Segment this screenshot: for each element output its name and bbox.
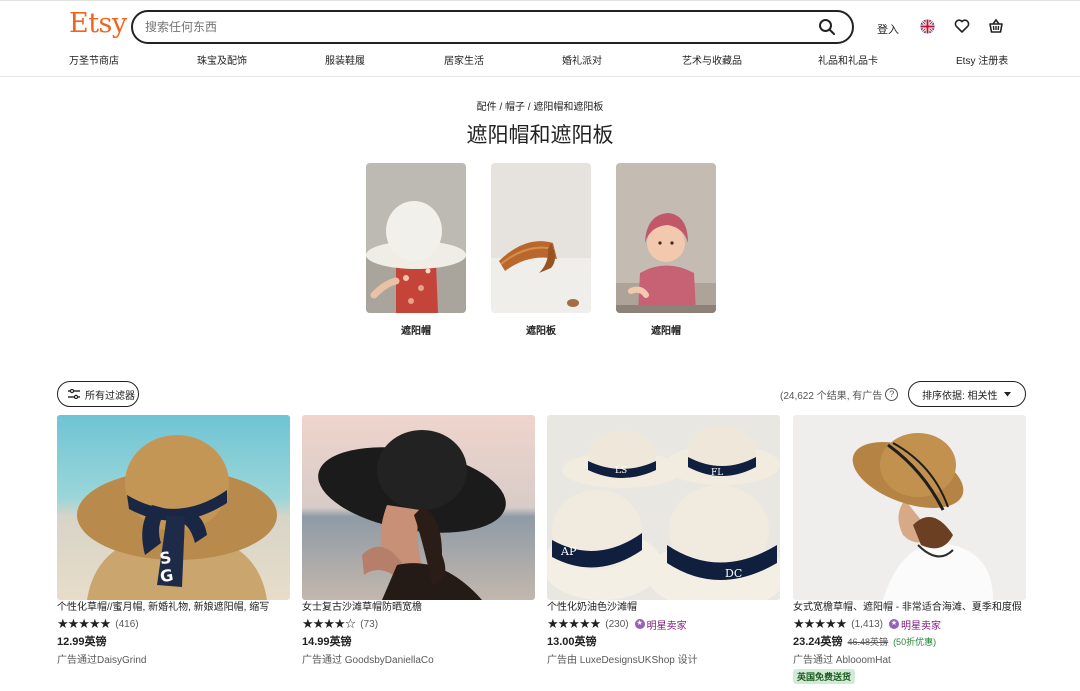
price: 23.24英镑 <box>793 636 843 648</box>
category-image[interactable] <box>366 163 466 313</box>
ad-seller[interactable]: 广告通过 AblooomHat <box>793 651 1026 666</box>
ad-seller[interactable]: 广告通过DaisyGrind <box>57 651 290 666</box>
category-tile-visor[interactable]: 遮阳板 <box>491 163 591 337</box>
category-label[interactable]: 遮阳板 <box>491 322 591 337</box>
listing-image[interactable]: LS FL AP DC <box>547 415 780 600</box>
rating: ★★★★★ (230) ★ 明星卖家 <box>547 616 780 632</box>
rating: ★★★★★ (1,413) ★ 明星卖家 <box>793 616 1026 632</box>
price: 14.99英镑 <box>302 636 352 648</box>
listing-image[interactable] <box>302 415 535 600</box>
original-price: 46.48英镑 <box>847 637 889 647</box>
chevron-down-icon <box>1003 391 1011 396</box>
svg-text:LS: LS <box>615 466 627 476</box>
price-row: 13.00英镑 <box>547 633 780 649</box>
svg-text:FL: FL <box>711 468 723 478</box>
search-input[interactable] <box>145 17 805 37</box>
results-count: (24,622 个结果, 有广告 ? <box>780 387 899 402</box>
review-count: (73) <box>360 618 379 630</box>
nav-art[interactable]: 艺术与收藏品 <box>682 52 742 67</box>
star-rating: ★★★★☆ <box>302 616 356 631</box>
price: 12.99英镑 <box>57 636 107 648</box>
rating: ★★★★☆ (73) <box>302 616 535 632</box>
help-icon[interactable]: ? <box>885 388 899 401</box>
listing-title[interactable]: 个性化奶油色沙滩帽 <box>547 601 780 615</box>
breadcrumb-current: 遮阳帽和遮阳板 <box>533 102 604 113</box>
price-row: 12.99英镑 <box>57 633 290 649</box>
listing-title[interactable]: 女士复古沙滩草帽防晒宽檐 <box>302 601 535 615</box>
breadcrumb-accessories[interactable]: 配件 <box>477 102 497 113</box>
listing-image[interactable] <box>793 415 1026 600</box>
star-rating: ★★★★★ <box>57 616 111 631</box>
search-icon[interactable] <box>818 18 836 36</box>
free-shipping-badge: 英国免费送货 <box>793 669 856 684</box>
breadcrumb-hats[interactable]: 帽子 <box>505 102 525 113</box>
heart-icon[interactable] <box>954 18 970 34</box>
price-row: 14.99英镑 <box>302 633 535 649</box>
review-count: (1,413) <box>851 618 883 630</box>
listing-card[interactable]: 女士复古沙滩草帽防晒宽檐 ★★★★☆ (73) 14.99英镑 广告通过 Goo… <box>302 415 535 666</box>
price: 13.00英镑 <box>547 636 597 648</box>
nav-jewelry[interactable]: 珠宝及配饰 <box>197 52 247 67</box>
category-image[interactable] <box>616 163 716 313</box>
listing-card[interactable]: S G 个性化草帽//蜜月帽, 新婚礼物, 新娘遮阳帽, 缩写 ★★★★★ (4… <box>57 415 290 666</box>
star-seller-icon: ★ <box>888 619 899 629</box>
discount: (50折优惠) <box>893 637 937 647</box>
breadcrumb: 配件 / 帽子 / 遮阳帽和遮阳板 <box>476 102 604 113</box>
nav-clothing[interactable]: 服装鞋履 <box>325 52 365 67</box>
ad-seller[interactable]: 广告通过 GoodsbyDaniellaCo <box>302 651 535 666</box>
category-label[interactable]: 遮阳帽 <box>616 322 716 337</box>
all-filters-label: 所有过滤器 <box>85 390 135 402</box>
sort-label: 排序依据: 相关性 <box>922 390 998 402</box>
listing-image[interactable]: S G <box>57 415 290 600</box>
uk-flag-icon[interactable] <box>920 19 935 34</box>
listing-card[interactable]: LS FL AP DC 个性化奶油色沙滩帽 ★★★★★ (230) ★ 明星卖家 … <box>547 415 780 666</box>
signin-link[interactable]: 登入 <box>877 21 899 37</box>
etsy-logo[interactable]: Etsy <box>69 8 127 39</box>
search-bar[interactable] <box>131 10 854 44</box>
category-tile-sunhat[interactable]: 遮阳帽 <box>366 163 466 337</box>
category-image[interactable] <box>491 163 591 313</box>
filter-icon <box>68 389 80 399</box>
review-count: (230) <box>605 618 629 630</box>
listing-card[interactable]: 女式宽檐草帽、遮阳帽 - 非常适合海滩、夏季和度假 ★★★★★ (1,413) … <box>793 415 1026 684</box>
star-seller-icon: ★ <box>634 619 645 629</box>
page-title: 遮阳帽和遮阳板 <box>466 123 614 147</box>
nav-registry[interactable]: Etsy 注册表 <box>956 52 1008 67</box>
listing-title[interactable]: 女式宽檐草帽、遮阳帽 - 非常适合海滩、夏季和度假 <box>793 601 1026 615</box>
rating: ★★★★★ (416) <box>57 616 290 632</box>
star-rating: ★★★★★ <box>793 616 847 631</box>
sort-dropdown[interactable]: 排序依据: 相关性 <box>908 381 1026 407</box>
svg-text:AP: AP <box>560 545 577 558</box>
review-count: (416) <box>115 618 139 630</box>
nav-wedding[interactable]: 婚礼派对 <box>562 52 602 67</box>
star-seller-badge: ★ 明星卖家 <box>888 619 941 632</box>
nav-home[interactable]: 居家生活 <box>444 52 484 67</box>
category-tile-bonnet[interactable]: 遮阳帽 <box>616 163 716 337</box>
star-seller-badge: ★ 明星卖家 <box>634 619 687 632</box>
ad-seller[interactable]: 广告由 LuxeDesignsUKShop 设计 <box>547 651 780 666</box>
category-label[interactable]: 遮阳帽 <box>366 322 466 337</box>
site-header: Etsy 登入 万圣节商店 珠宝及配饰 服装鞋履 居家生活 婚礼派对 艺术与收藏… <box>0 0 1080 77</box>
cart-icon[interactable] <box>988 18 1004 34</box>
star-rating: ★★★★★ <box>547 616 601 631</box>
price-row: 23.24英镑 46.48英镑 (50折优惠) <box>793 633 1026 649</box>
nav-halloween[interactable]: 万圣节商店 <box>69 52 119 67</box>
all-filters-button[interactable]: 所有过滤器 <box>57 381 139 407</box>
nav-gifts[interactable]: 礼品和礼品卡 <box>818 52 878 67</box>
listing-title[interactable]: 个性化草帽//蜜月帽, 新婚礼物, 新娘遮阳帽, 缩写 <box>57 601 290 615</box>
svg-text:DC: DC <box>725 567 742 580</box>
